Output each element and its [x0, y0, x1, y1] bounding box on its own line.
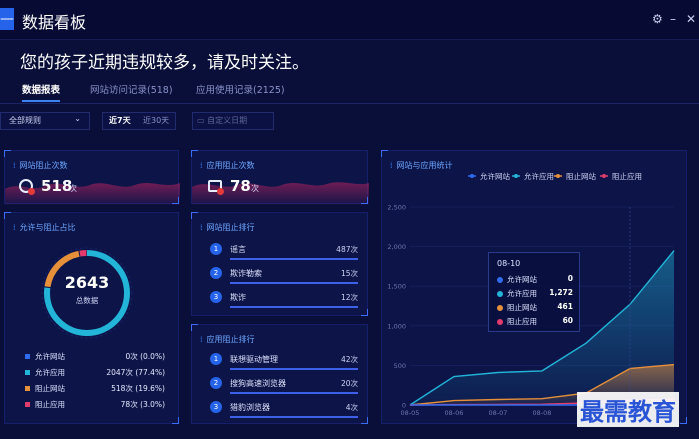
- site-rank-panel: ⁞ 网站阻止排行 1 谣言 487次 2 欺诈勒索 15次 3 欺诈 12次: [191, 212, 368, 316]
- site-rank-title: ⁞ 网站阻止排行: [200, 223, 255, 232]
- custom-date-picker[interactable]: ▭ 自定义日期: [192, 112, 274, 130]
- list-item: 1 联想驱动管理 42次: [210, 353, 358, 375]
- legend-block-site: 阻止网站 518次 (19.6%): [25, 383, 165, 395]
- allow-block-title: ⁞ 允许与阻止占比: [13, 223, 76, 232]
- list-item: 3 猎豹浏览器 4次: [210, 401, 358, 423]
- rank-bar: [230, 306, 358, 308]
- donut-total-label: 总数据: [75, 296, 99, 305]
- site-block-count: 518: [41, 177, 73, 195]
- site-block-unit: 次: [69, 184, 77, 193]
- rank-bar: [230, 416, 358, 418]
- tooltip-swatch: [497, 319, 503, 325]
- site-block-panel: ⁞ 网站阻止次数 518 次: [4, 150, 180, 205]
- legend-swatch: [25, 370, 30, 375]
- legend-label: 阻止应用: [612, 171, 642, 181]
- tooltip-swatch: [497, 305, 503, 311]
- chevron-down-icon: ⌄: [74, 114, 81, 123]
- tab-active-indicator: [22, 100, 60, 102]
- list-item: 3 欺诈 12次: [210, 291, 358, 313]
- chart-tooltip: 08-10 允许网站 0 允许应用 1,272 阻止网站 461 阻止应用 60: [488, 252, 580, 332]
- allow-block-panel: ⁞ 允许与阻止占比 2643 总数据 允许网站 0次 (0.0%) 允许应用 20…: [4, 212, 179, 424]
- rule-select[interactable]: 全部规则 ⌄: [0, 112, 90, 130]
- legend-allow-app: 允许应用 2047次 (77.4%): [25, 367, 165, 379]
- menu-icon[interactable]: —: [0, 8, 14, 30]
- legend-marker: [556, 174, 560, 178]
- y-tick-label: 2,000: [387, 243, 406, 251]
- x-tick-label: 08-05: [401, 409, 420, 417]
- legend-label: 阻止网站: [566, 171, 596, 181]
- legend-marker: [602, 174, 606, 178]
- range-7-days[interactable]: 近7天: [109, 113, 131, 129]
- y-tick-label: 1,500: [387, 283, 406, 291]
- legend-swatch: [25, 386, 30, 391]
- minimize-icon[interactable]: –: [670, 12, 676, 26]
- x-tick-label: 08-07: [489, 409, 508, 417]
- tab-bar: 数据报表 网站访问记录(518) 应用使用记录(2125): [0, 78, 699, 104]
- rank-bar: [230, 392, 358, 394]
- rank-bar: [230, 368, 358, 370]
- tooltip-row: 阻止应用 60: [497, 316, 573, 328]
- legend-label: 允许应用: [524, 171, 554, 181]
- custom-date-placeholder: 自定义日期: [207, 116, 248, 125]
- tooltip-row: 允许网站 0: [497, 274, 573, 286]
- rank-bar: [230, 258, 358, 260]
- legend-allow-site: 允许网站 0次 (0.0%): [25, 351, 165, 363]
- app-block-unit: 次: [251, 184, 259, 193]
- rule-select-value: 全部规则: [9, 116, 41, 125]
- donut-total: 2643: [64, 273, 110, 292]
- block-badge-icon: [28, 188, 35, 195]
- x-tick-label: 08-08: [533, 409, 552, 417]
- range-30-days[interactable]: 近30天: [143, 113, 169, 129]
- close-icon[interactable]: ✕: [686, 12, 696, 26]
- tooltip-row: 允许应用 1,272: [497, 288, 573, 300]
- watermark-logo: 最需教育: [577, 392, 679, 427]
- site-block-title: ⁞ 网站阻止次数: [13, 161, 68, 170]
- app-block-count: 78: [230, 177, 251, 195]
- tooltip-swatch: [497, 277, 503, 283]
- calendar-icon: ▭: [197, 116, 205, 125]
- range-toggle: 近7天 近30天: [102, 112, 176, 130]
- legend-marker: [514, 174, 518, 178]
- block-badge-icon: [217, 188, 224, 195]
- x-tick-label: 08-06: [445, 409, 464, 417]
- rank-bar: [230, 282, 358, 284]
- tooltip-swatch: [497, 291, 503, 297]
- donut-outer-ring: [41, 247, 133, 339]
- tooltip-row: 阻止网站 461: [497, 302, 573, 314]
- title-bar: — 数据看板 ⚙ – ✕: [0, 0, 699, 40]
- list-item: 1 谣言 487次: [210, 243, 358, 265]
- app-rank-panel: ⁞ 应用阻止排行 1 联想驱动管理 42次 2 搜狗高速浏览器 20次 3 猎豹浏…: [191, 324, 368, 424]
- legend-label: 允许网站: [480, 171, 510, 181]
- y-tick-label: 2,500: [387, 204, 406, 212]
- tab-report[interactable]: 数据报表: [22, 82, 60, 96]
- allow-block-donut: [41, 247, 133, 339]
- app-rank-title: ⁞ 应用阻止排行: [200, 335, 255, 344]
- app-block-title: ⁞ 应用阻止次数: [200, 161, 255, 170]
- tooltip-date: 08-10: [497, 259, 521, 268]
- y-tick-label: 1,000: [387, 322, 406, 330]
- app-block-panel: ⁞ 应用阻止次数 78 次: [191, 150, 369, 205]
- list-item: 2 搜狗高速浏览器 20次: [210, 377, 358, 399]
- tab-site-records[interactable]: 网站访问记录(518): [90, 82, 173, 96]
- legend-marker: [470, 174, 474, 178]
- legend-block-app: 阻止应用 78次 (3.0%): [25, 399, 165, 411]
- legend-swatch: [25, 354, 30, 359]
- settings-icon[interactable]: ⚙: [652, 12, 663, 26]
- y-tick-label: 500: [394, 362, 406, 370]
- legend-swatch: [25, 402, 30, 407]
- alert-message: 您的孩子近期违规较多，请及时关注。: [20, 53, 309, 73]
- list-item: 2 欺诈勒索 15次: [210, 267, 358, 289]
- window-title: 数据看板: [22, 13, 87, 32]
- tab-app-records[interactable]: 应用使用记录(2125): [196, 82, 285, 96]
